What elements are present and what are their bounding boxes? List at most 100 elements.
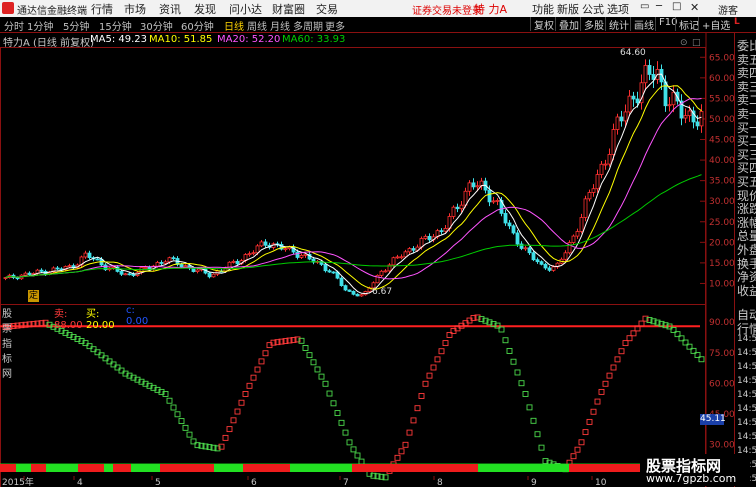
period-5min[interactable]: 5分钟 <box>63 18 89 33</box>
candle-body <box>163 261 168 264</box>
candle-body <box>451 206 456 217</box>
indicator-step <box>518 380 525 387</box>
menu-xinban[interactable]: 新版 <box>557 1 579 17</box>
indicator-panel-frame <box>0 304 706 487</box>
candle-body <box>23 272 28 276</box>
indicator-sell-label: 卖: 88.00 <box>54 309 83 331</box>
period-more[interactable]: 更多 <box>325 18 345 33</box>
tool-add-favorite[interactable]: +自选 <box>698 17 730 32</box>
close-icon[interactable]: ✕ <box>690 1 699 14</box>
candle-body <box>403 251 408 258</box>
menu-xuanxiang[interactable]: 选项 <box>607 1 629 17</box>
period-1min[interactable]: 1分钟 <box>27 18 53 33</box>
candle-body <box>615 116 620 130</box>
candle-body <box>247 253 252 256</box>
menu-shichang[interactable]: 市场 <box>124 1 146 17</box>
indicator-step <box>234 408 241 415</box>
indicator-name[interactable]: 股票指标网 <box>2 305 12 380</box>
period-60min[interactable]: 60分钟 <box>181 18 214 33</box>
candle-body <box>123 273 128 276</box>
indicator-step <box>626 335 633 342</box>
price-tick-label: 10.00 <box>709 279 734 289</box>
indicator-step <box>410 417 417 424</box>
chart-settings-icon[interactable]: ⊙ <box>680 38 688 48</box>
side-panel-label: 14:50 <box>737 334 756 344</box>
candle-body <box>351 290 356 295</box>
guest-label[interactable]: 游客 <box>718 2 738 17</box>
candle-body <box>635 98 640 104</box>
tool-duogu[interactable]: 多股 <box>580 17 604 32</box>
menu-zixun[interactable]: 资讯 <box>159 1 181 17</box>
indicator-step <box>606 372 613 379</box>
indicator-step <box>342 429 349 436</box>
menu-hangqing[interactable]: 行情 <box>91 1 113 17</box>
menu-faxian[interactable]: 发现 <box>194 1 216 17</box>
candle-body <box>535 259 540 263</box>
period-30min[interactable]: 30分钟 <box>140 18 173 33</box>
chart-expand-icon[interactable]: □ <box>692 38 701 48</box>
app-logo-icon <box>2 2 14 14</box>
menu-caifuquan[interactable]: 财富圈 <box>272 1 305 17</box>
tool-diejia[interactable]: 叠加 <box>555 17 579 32</box>
period-month[interactable]: 月线 <box>270 18 290 33</box>
signal-segment <box>290 464 352 472</box>
indicator-step <box>638 320 645 327</box>
quote-side-panel: 委比 卖五 卖四 卖三 卖二 卖一 买一 买二 买三 买四 买五 现价 涨跌 涨幅 总量 外盘 换手 净资 收益 自动… <box>734 33 756 487</box>
indicator-step <box>630 330 637 337</box>
candle-body <box>323 264 328 272</box>
signal-segment <box>352 464 378 472</box>
indicator-step <box>302 345 309 351</box>
candle-body <box>231 260 236 263</box>
candle-body <box>39 269 44 272</box>
candle-body <box>611 129 616 155</box>
tool-tongji[interactable]: 统计 <box>605 17 629 32</box>
indicator-step <box>438 348 445 355</box>
chart-area[interactable]: 65.00 60.00 55.00 50.00 45.00 40.00 35.00 30.00… <box>0 33 734 487</box>
tool-huaxian[interactable]: 画线 <box>630 17 654 32</box>
menu-gongshi[interactable]: 公式 <box>582 1 604 17</box>
candle-body <box>599 163 604 175</box>
candle-body <box>543 263 548 269</box>
candle-body <box>143 267 148 269</box>
menu-gongneng[interactable]: 功能 <box>532 1 554 17</box>
indicator-step <box>586 418 593 425</box>
indicator-step <box>622 340 629 347</box>
candle-body <box>399 256 404 259</box>
indicator-step <box>510 358 517 365</box>
period-week[interactable]: 周线 <box>247 18 267 33</box>
watermark-url: www.7gpzb.com <box>646 472 737 485</box>
indicator-step <box>442 340 449 347</box>
candle-body <box>503 212 508 224</box>
side-panel-label: 收益 <box>737 283 756 298</box>
period-multi[interactable]: 多周期 <box>293 18 323 33</box>
indicator-step <box>398 448 405 455</box>
menu-wenxiaoda[interactable]: 问小达 <box>229 1 262 17</box>
menu-jiaoyi[interactable]: 交易 <box>316 1 338 17</box>
indicator-step <box>318 373 325 380</box>
candle-body <box>27 272 32 276</box>
candle-body <box>439 230 444 233</box>
price-tick-label: 30.00 <box>709 197 734 207</box>
indicator-step <box>406 429 413 436</box>
trade-login-warning[interactable]: 证券交易未登录 <box>412 2 482 17</box>
tool-biaoji[interactable]: 标记 <box>675 17 699 32</box>
minimize-icon[interactable]: ▭ <box>640 1 649 12</box>
maximize-icon[interactable]: □ <box>672 1 681 12</box>
indicator-step <box>182 424 189 431</box>
indicator-step <box>522 390 529 397</box>
candle-body <box>699 111 704 127</box>
tool-fuquan[interactable]: 复权 <box>530 17 554 32</box>
signal-segment <box>425 464 478 472</box>
period-fenshi[interactable]: 分时 <box>4 18 24 33</box>
time-tick-label: 9 <box>531 478 537 487</box>
candle-body <box>359 294 364 297</box>
indicator-tick-label: 90.00 <box>709 318 734 328</box>
indicator-step <box>574 446 581 453</box>
restore-icon[interactable]: ─ <box>656 1 662 12</box>
period-15min[interactable]: 15分钟 <box>99 18 132 33</box>
candle-body <box>547 267 552 271</box>
candlesticks[interactable] <box>3 59 704 297</box>
candle-body <box>583 198 588 218</box>
period-day[interactable]: 日线 <box>224 18 244 33</box>
indicator-plot <box>0 314 705 481</box>
